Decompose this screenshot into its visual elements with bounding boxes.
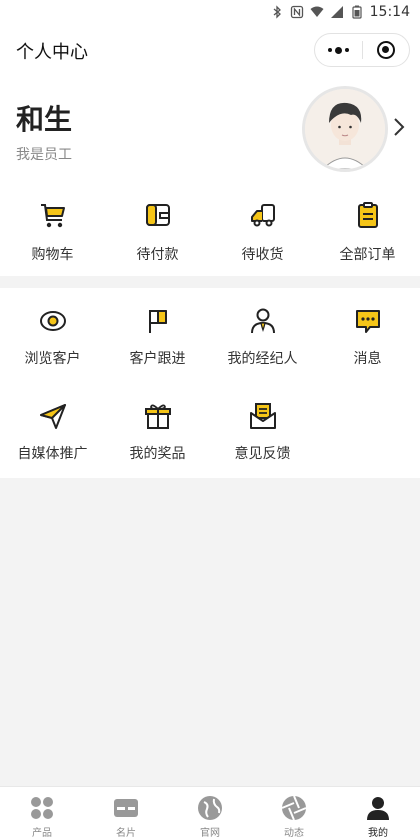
close-button[interactable] <box>363 34 409 66</box>
eye-icon <box>39 311 66 331</box>
message-icon <box>355 310 380 333</box>
user-name: 和生 <box>16 103 73 136</box>
services-section: 浏览客户 客户跟进 我的经纪人 消息 自媒体推广 我的奖品 意见反馈 <box>0 288 420 478</box>
pending-receipt-button[interactable]: 待收货 <box>210 184 315 276</box>
agent-icon <box>250 308 275 334</box>
wifi-icon <box>310 6 324 17</box>
feedback-button[interactable]: 意见反馈 <box>210 383 315 478</box>
flag-icon <box>148 310 167 333</box>
bluetooth-icon <box>273 5 281 19</box>
signal-icon <box>330 6 343 18</box>
my-prizes-label: 我的奖品 <box>129 446 186 462</box>
my-agent-label: 我的经纪人 <box>227 351 298 367</box>
bottom-tab-bar: 产品 名片 官网 动态 我的 <box>0 786 420 840</box>
send-icon <box>39 404 66 429</box>
feedback-icon <box>249 403 276 429</box>
services-row: 浏览客户 客户跟进 我的经纪人 消息 <box>0 288 420 383</box>
my-prizes-button[interactable]: 我的奖品 <box>105 383 210 478</box>
chevron-right-icon[interactable] <box>392 116 406 138</box>
user-role: 我是员工 <box>16 147 72 163</box>
aperture-icon <box>281 795 307 821</box>
page-title: 个人中心 <box>16 42 88 63</box>
tab-products[interactable]: 产品 <box>0 787 84 840</box>
cart-button[interactable]: 购物车 <box>0 184 105 276</box>
all-orders-label: 全部订单 <box>339 247 396 263</box>
globe-icon <box>198 796 222 820</box>
mini-program-capsule <box>314 33 410 67</box>
tab-label: 官网 <box>200 828 220 839</box>
more-button[interactable] <box>315 34 362 66</box>
wallet-icon <box>145 204 170 226</box>
customer-followup-label: 客户跟进 <box>129 351 186 367</box>
tab-mine[interactable]: 我的 <box>336 787 420 840</box>
all-orders-button[interactable]: 全部订单 <box>315 184 420 276</box>
orders-section: 购物车 待付款 待收货 全部订单 <box>0 184 420 276</box>
feedback-label: 意见反馈 <box>234 446 291 462</box>
battery-icon <box>352 5 362 19</box>
card-icon <box>114 799 138 817</box>
cart-label: 购物车 <box>31 247 74 263</box>
browse-customers-label: 浏览客户 <box>24 351 81 367</box>
more-dot-icon <box>335 46 342 54</box>
tab-label: 动态 <box>284 828 304 839</box>
truck-icon <box>250 204 275 227</box>
tab-label: 我的 <box>368 828 388 839</box>
customer-followup-button[interactable]: 客户跟进 <box>105 288 210 383</box>
services-row: 自媒体推广 我的奖品 意见反馈 <box>0 383 420 478</box>
my-agent-button[interactable]: 我的经纪人 <box>210 288 315 383</box>
clipboard-icon <box>357 202 378 228</box>
status-bar: 15:14 <box>0 0 420 26</box>
media-promotion-button[interactable]: 自媒体推广 <box>0 383 105 478</box>
pending-payment-label: 待付款 <box>136 247 179 263</box>
profile-header[interactable]: 和生 我是员工 <box>0 74 420 184</box>
avatar[interactable] <box>302 86 388 172</box>
pending-receipt-label: 待收货 <box>241 247 284 263</box>
nav-bar: 个人中心 <box>0 26 420 74</box>
cart-icon <box>40 204 65 228</box>
tab-dynamics[interactable]: 动态 <box>252 787 336 840</box>
more-dot-icon <box>345 48 349 52</box>
avatar-illustration <box>305 89 385 169</box>
tab-label: 名片 <box>116 828 136 839</box>
target-icon <box>376 41 395 59</box>
nfc-icon <box>290 5 303 19</box>
tab-label: 产品 <box>32 828 52 839</box>
pending-payment-button[interactable]: 待付款 <box>105 184 210 276</box>
grid-icon <box>31 797 53 819</box>
status-time: 15:14 <box>369 4 410 20</box>
messages-button[interactable]: 消息 <box>315 288 420 383</box>
gift-icon <box>144 404 171 429</box>
user-icon <box>367 797 389 820</box>
more-dot-icon <box>328 48 332 52</box>
messages-label: 消息 <box>353 351 382 367</box>
browse-customers-button[interactable]: 浏览客户 <box>0 288 105 383</box>
media-promotion-label: 自媒体推广 <box>17 446 88 462</box>
tab-business-card[interactable]: 名片 <box>84 787 168 840</box>
tab-website[interactable]: 官网 <box>168 787 252 840</box>
